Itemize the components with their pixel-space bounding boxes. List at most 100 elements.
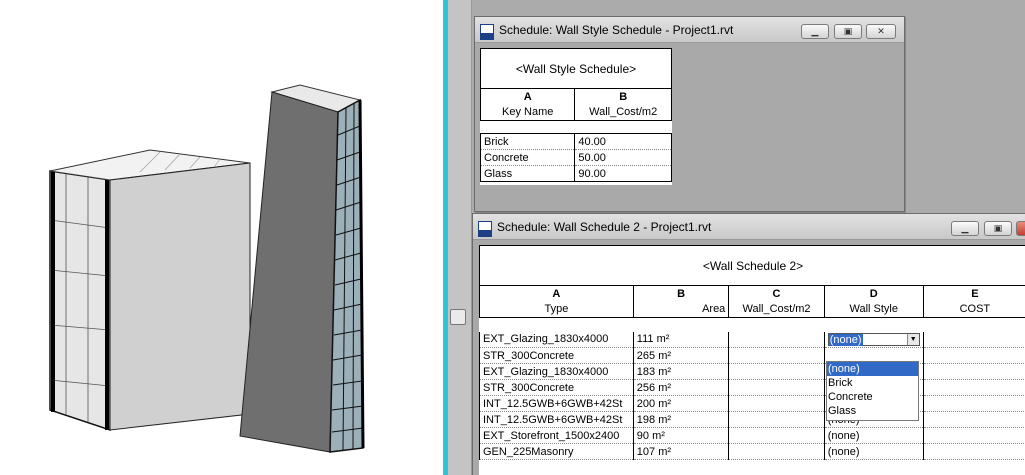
restore-button[interactable]: ▣ <box>984 221 1012 236</box>
window-title: Schedule: Wall Schedule 2 - Project1.rvt <box>497 220 712 234</box>
workspace-scroll-thumb[interactable] <box>450 309 466 325</box>
cell-type[interactable]: INT_12.5GWB+6GWB+42St <box>479 395 634 412</box>
column-header[interactable]: Wall Style <box>823 301 924 318</box>
3d-view-viewport[interactable] <box>0 0 443 475</box>
cell-area[interactable]: 265 m² <box>633 347 730 364</box>
wall-schedule-2-window[interactable]: Schedule: Wall Schedule 2 - Project1.rvt… <box>472 213 1025 475</box>
table-row[interactable]: INT_12.5GWB+6GWB+42St 200 m² <box>479 395 1025 412</box>
window-title: Schedule: Wall Style Schedule - Project1… <box>499 23 734 37</box>
cell-key-name[interactable]: Concrete <box>479 149 576 166</box>
table-row[interactable]: STR_300Concrete 256 m² <box>479 379 1025 396</box>
schedule-title: <Wall Style Schedule> <box>480 48 672 89</box>
revit-file-icon <box>480 24 494 40</box>
minimize-icon: ▁ <box>811 26 819 36</box>
cell-wall-cost[interactable] <box>728 379 825 396</box>
close-button[interactable]: ✕ <box>866 24 896 39</box>
cell-wall-cost[interactable] <box>728 411 825 428</box>
column-letter[interactable]: D <box>823 285 924 302</box>
left-building-concrete-face <box>109 162 251 431</box>
cell-type[interactable]: EXT_Glazing_1830x4000 <box>479 363 634 380</box>
dropdown-option[interactable]: Glass <box>827 404 918 418</box>
table-row[interactable]: GEN_225Masonry 107 m² (none) <box>479 443 1025 460</box>
cell-area[interactable]: 90 m² <box>633 427 730 444</box>
dropdown-option[interactable]: Brick <box>827 376 918 390</box>
cell-wall-cost[interactable] <box>728 347 825 364</box>
table-row[interactable]: EXT_Storefront_1500x2400 90 m² (none) <box>479 427 1025 444</box>
cell-cost[interactable] <box>923 347 1025 364</box>
table-row[interactable]: STR_300Concrete 265 m² <box>479 347 1025 364</box>
cell-cost[interactable] <box>923 443 1025 460</box>
column-header[interactable]: Type <box>479 301 634 318</box>
column-header[interactable]: Area <box>632 301 730 318</box>
3d-building-model[interactable] <box>0 0 443 475</box>
cell-cost[interactable] <box>923 427 1025 444</box>
dropdown-option[interactable]: Concrete <box>827 390 918 404</box>
wall-style-dropdown-list[interactable]: (none) Brick Concrete Glass <box>826 361 919 421</box>
restore-button[interactable]: ▣ <box>834 24 862 39</box>
minimize-button[interactable]: ▁ <box>951 221 979 236</box>
workspace-scrollbar[interactable] <box>448 0 472 475</box>
cell-area[interactable]: 200 m² <box>633 395 730 412</box>
close-icon: ✕ <box>877 26 885 36</box>
combo-value: (none) <box>828 333 863 346</box>
column-letter[interactable]: B <box>632 285 730 302</box>
cell-cost[interactable] <box>923 331 1025 348</box>
tower-main-face <box>239 91 339 453</box>
cell-type[interactable]: EXT_Storefront_1500x2400 <box>479 427 634 444</box>
schedule-sheet: <Wall Schedule 2> A B C D E Type Area Wa… <box>479 245 1025 475</box>
column-letter[interactable]: A <box>479 88 576 105</box>
cell-key-name[interactable]: Glass <box>479 165 576 182</box>
table-row[interactable]: Glass 90.00 <box>479 165 672 182</box>
window-titlebar[interactable]: Schedule: Wall Schedule 2 - Project1.rvt… <box>473 214 1025 240</box>
cell-wall-cost[interactable]: 90.00 <box>574 165 672 182</box>
cell-type[interactable]: GEN_225Masonry <box>479 443 634 460</box>
cell-wall-cost[interactable] <box>728 363 825 380</box>
cell-wall-style[interactable]: (none) ▼ <box>824 331 924 348</box>
wall-style-schedule-window[interactable]: Schedule: Wall Style Schedule - Project1… <box>474 16 905 212</box>
cell-wall-cost[interactable]: 40.00 <box>574 133 672 150</box>
column-letter[interactable]: E <box>922 285 1025 302</box>
cell-area[interactable]: 198 m² <box>633 411 730 428</box>
cell-type[interactable]: INT_12.5GWB+6GWB+42St <box>479 411 634 428</box>
chevron-down-icon[interactable]: ▼ <box>906 333 919 345</box>
table-row[interactable]: Brick 40.00 <box>479 133 672 150</box>
cell-type[interactable]: STR_300Concrete <box>479 379 634 396</box>
cell-area[interactable]: 107 m² <box>633 443 730 460</box>
minimize-button[interactable]: ▁ <box>801 24 829 39</box>
table-row[interactable]: Concrete 50.00 <box>479 149 672 166</box>
cell-type[interactable]: STR_300Concrete <box>479 347 634 364</box>
cell-cost[interactable] <box>923 411 1025 428</box>
cell-area[interactable]: 111 m² <box>633 331 730 348</box>
cell-wall-style[interactable]: (none) <box>824 443 924 460</box>
cell-cost[interactable] <box>923 379 1025 396</box>
column-header[interactable]: COST <box>922 301 1025 318</box>
cell-cost[interactable] <box>923 395 1025 412</box>
column-header[interactable]: Wall_Cost/m2 <box>728 301 825 318</box>
cell-area[interactable]: 183 m² <box>633 363 730 380</box>
column-letter[interactable]: B <box>574 88 672 105</box>
cell-wall-cost[interactable] <box>728 331 825 348</box>
cell-wall-cost[interactable] <box>728 395 825 412</box>
dropdown-option[interactable]: (none) <box>827 362 918 376</box>
cell-type[interactable]: EXT_Glazing_1830x4000 <box>479 331 634 348</box>
cell-wall-cost[interactable]: 50.00 <box>574 149 672 166</box>
table-row[interactable]: EXT_Glazing_1830x4000 111 m² (none) ▼ <box>479 331 1025 348</box>
schedule-title: <Wall Schedule 2> <box>479 245 1025 286</box>
column-header[interactable]: Key Name <box>479 104 576 121</box>
cell-wall-cost[interactable] <box>728 427 825 444</box>
cell-wall-cost[interactable] <box>728 443 825 460</box>
wall-style-combo[interactable]: (none) ▼ <box>827 332 920 346</box>
column-header[interactable]: Wall_Cost/m2 <box>574 104 672 121</box>
restore-icon: ▣ <box>843 26 853 36</box>
close-button[interactable]: ✕ <box>1016 221 1025 236</box>
window-titlebar[interactable]: Schedule: Wall Style Schedule - Project1… <box>475 17 904 43</box>
cell-cost[interactable] <box>923 363 1025 380</box>
column-letter[interactable]: C <box>728 285 825 302</box>
revit-file-icon <box>478 221 492 237</box>
cell-key-name[interactable]: Brick <box>479 133 576 150</box>
column-letter[interactable]: A <box>479 285 634 302</box>
table-row[interactable]: INT_12.5GWB+6GWB+42St 198 m² (none) <box>479 411 1025 428</box>
table-row[interactable]: EXT_Glazing_1830x4000 183 m² <box>479 363 1025 380</box>
cell-wall-style[interactable]: (none) <box>824 427 924 444</box>
cell-area[interactable]: 256 m² <box>633 379 730 396</box>
